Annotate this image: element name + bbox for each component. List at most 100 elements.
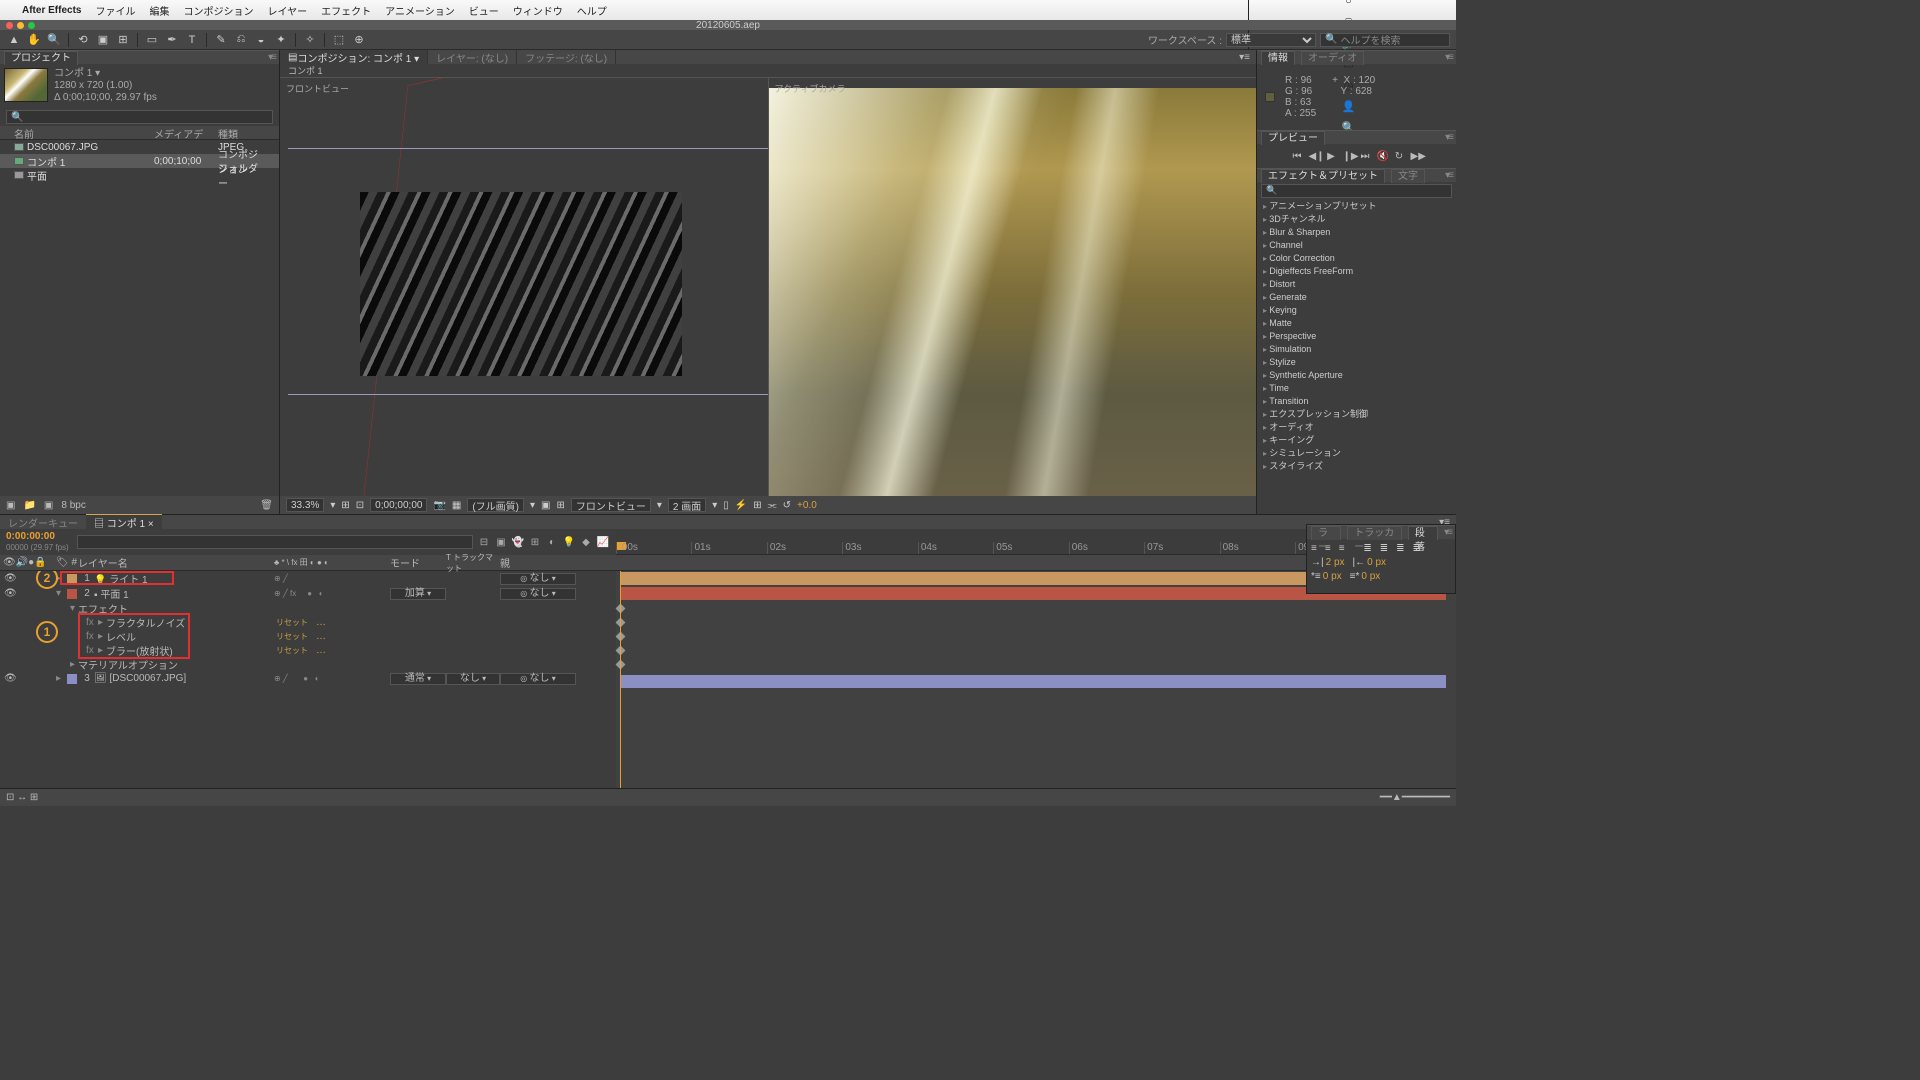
exposure-value[interactable]: +0.0 [797, 500, 817, 511]
render-queue-tab[interactable]: レンダーキュー [0, 515, 86, 530]
ram-preview-icon[interactable]: ▶▶ [1411, 151, 1422, 162]
playhead-line[interactable] [620, 571, 621, 788]
viewer-flyout-icon[interactable]: ▾≡ [1239, 52, 1256, 63]
loop-icon[interactable]: ↻ [1394, 151, 1405, 162]
effect-category[interactable]: キーイング [1257, 434, 1456, 447]
auto-keyframe-icon[interactable]: ◆ [579, 535, 593, 549]
timeline-search[interactable] [77, 535, 473, 549]
brush-tool[interactable]: ✎ [213, 32, 229, 48]
col-layer-name[interactable]: レイヤー名 [78, 555, 274, 570]
effect-category[interactable]: Channel [1257, 239, 1456, 252]
puppet-tool[interactable]: ✧ [302, 32, 318, 48]
effect-row[interactable]: fx▸ブラー(放射状)リセット… [0, 643, 616, 657]
align-center-icon[interactable]: ≡ [1325, 543, 1331, 554]
help-search[interactable]: 🔍 ヘルプを検索 [1320, 33, 1450, 47]
align-left-icon[interactable]: ≡ [1311, 543, 1317, 554]
preview-tab[interactable]: プレビュー [1261, 131, 1325, 145]
effects-search[interactable]: 🔍 [1261, 184, 1452, 198]
para-flyout-icon[interactable]: ▾≡ [1444, 527, 1455, 538]
effect-category[interactable]: Generate [1257, 291, 1456, 304]
col-num[interactable]: # [71, 557, 77, 568]
active-camera-pane[interactable]: アクティブカメラ [769, 78, 1257, 496]
project-search[interactable]: 🔍 [6, 110, 273, 124]
effect-category[interactable]: オーディオ [1257, 421, 1456, 434]
parent-select[interactable]: ◎ なし ▾ [500, 573, 576, 585]
menu-layer[interactable]: レイヤー [267, 3, 307, 18]
effect-category[interactable]: アニメーションプリセット [1257, 200, 1456, 213]
blend-mode-select[interactable]: 加算 ▾ [390, 588, 446, 600]
prev-frame-icon[interactable]: ◀❙ [1309, 151, 1320, 162]
last-frame-icon[interactable]: ⏭ [1360, 151, 1371, 162]
effect-category[interactable]: エクスプレッション制御 [1257, 408, 1456, 421]
comp-mini-flowchart-icon[interactable]: ⊟ [477, 535, 491, 549]
roi-icon[interactable]: ▣ [541, 500, 550, 511]
reset-exposure-icon[interactable]: ↺ [783, 500, 791, 511]
effects-tab[interactable]: エフェクト＆プリセット [1261, 169, 1385, 183]
parent-select[interactable]: ◎ なし ▾ [500, 673, 576, 685]
col-mode[interactable]: モード [390, 555, 446, 570]
menu-edit[interactable]: 編集 [149, 3, 169, 18]
color-label[interactable] [67, 574, 77, 584]
zoom-value[interactable]: 33.3% [286, 498, 324, 512]
col-parent[interactable]: 親 [500, 555, 576, 570]
effect-row[interactable]: fx▸レベルリセット… [0, 629, 616, 643]
type-tool[interactable]: T [184, 32, 200, 48]
show-channel-icon[interactable]: ▦ [452, 500, 461, 511]
fast-preview-icon[interactable]: ⚡ [735, 500, 747, 511]
preview-flyout-icon[interactable]: ▾≡ [1445, 132, 1456, 143]
current-timecode[interactable]: 0:00:00:0000000 (29.97 fps) [6, 531, 69, 553]
audio-tab[interactable]: オーディオ [1301, 51, 1364, 65]
new-folder-icon[interactable]: 📁 [23, 500, 35, 511]
trackmatte-select[interactable]: なし ▾ [446, 673, 500, 685]
menu-effect[interactable]: エフェクト [321, 3, 371, 18]
frame-blend-icon[interactable]: ⊞ [528, 535, 542, 549]
material-options[interactable]: マテリアルオプション [78, 657, 248, 672]
character-tab[interactable]: 文字 [1391, 169, 1425, 183]
hand-tool[interactable]: ✋ [26, 32, 42, 48]
resolution-icon[interactable]: ⊞ [341, 500, 349, 511]
col-name[interactable]: 名前 [14, 126, 154, 139]
space-before[interactable]: *≡ 0 px [1311, 571, 1342, 582]
timecode-display[interactable]: 0;00;00;00 [370, 498, 427, 512]
para-tab1[interactable]: ラー [1311, 526, 1341, 540]
graph-editor-icon[interactable]: 📈 [596, 535, 610, 549]
effect-category[interactable]: 3Dチャンネル [1257, 213, 1456, 226]
effect-category[interactable]: Blur & Sharpen [1257, 226, 1456, 239]
resolution-select[interactable]: (フル画質) [467, 498, 524, 512]
menu-window[interactable]: ウィンドウ [513, 3, 563, 18]
viewer-tab-layer[interactable]: レイヤー: (なし) [428, 50, 517, 64]
interpret-icon[interactable]: ▣ [6, 500, 15, 511]
viewer-tab-comp[interactable]: ▤ コンポジション: コンポ 1 ▾ [280, 50, 428, 64]
brainstorm-icon[interactable]: 💡 [562, 535, 576, 549]
pan-behind-tool[interactable]: ⊞ [115, 32, 131, 48]
camera-tool[interactable]: ▣ [95, 32, 111, 48]
effect-category[interactable]: Distort [1257, 278, 1456, 291]
selection-tool[interactable]: ▲ [6, 32, 22, 48]
menu-composition[interactable]: コンポジション [183, 3, 253, 18]
clone-tool[interactable]: ⎌ [233, 32, 249, 48]
indent-right[interactable]: |← 0 px [1353, 557, 1387, 568]
zoom-tool[interactable]: 🔍 [46, 32, 62, 48]
viewer-tab-footage[interactable]: フッテージ: (なし) [517, 50, 616, 64]
grid-icon[interactable]: ⊞ [557, 500, 565, 511]
video-eye-icon[interactable]: 👁 [4, 673, 17, 684]
justify-all-icon[interactable]: ≣ [1412, 543, 1420, 554]
justify-center-icon[interactable]: ≣ [1380, 543, 1388, 554]
motion-blur-icon[interactable]: ◐ [545, 535, 559, 549]
video-eye-icon[interactable]: 👁 [4, 573, 17, 584]
color-label[interactable] [67, 589, 77, 599]
justify-right-icon[interactable]: ≣ [1396, 543, 1404, 554]
viewer-breadcrumb[interactable]: コンポ 1 [280, 64, 1256, 78]
info-flyout-icon[interactable]: ▾≡ [1445, 52, 1456, 63]
toggle-switches-icon[interactable]: ⊡ ↔ ⊞ [6, 792, 38, 803]
local-axis[interactable]: ⬚ [331, 32, 347, 48]
rotate-tool[interactable]: ⟲ [75, 32, 91, 48]
view-select[interactable]: フロントビュー [571, 498, 651, 512]
rect-tool[interactable]: ▭ [144, 32, 160, 48]
space-after[interactable]: ≡* 0 px [1350, 571, 1381, 582]
roto-tool[interactable]: ✦ [273, 32, 289, 48]
color-label[interactable] [67, 674, 77, 684]
paragraph-tab[interactable]: 段落 [1408, 526, 1438, 540]
effect-category[interactable]: スタイライズ [1257, 460, 1456, 473]
effect-category[interactable]: Transition [1257, 395, 1456, 408]
